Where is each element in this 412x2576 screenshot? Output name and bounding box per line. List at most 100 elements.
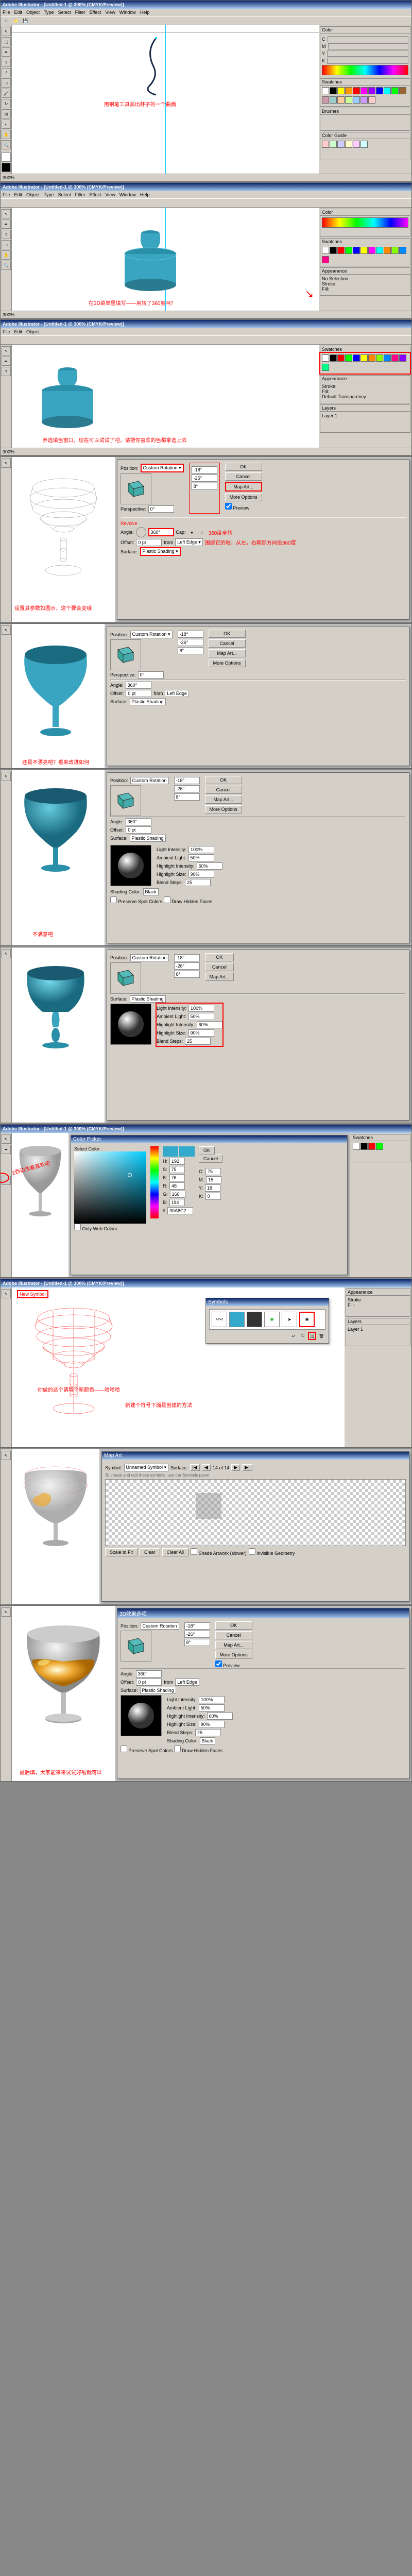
canvas[interactable]: 还是不漂亮吧？看来改进如何 (12, 624, 105, 768)
map-art-button[interactable]: Map Art... (225, 482, 262, 492)
scale-fit-button[interactable]: Scale to Fit (105, 1548, 138, 1556)
menu-file[interactable]: File (3, 329, 10, 334)
menu-type[interactable]: Type (44, 10, 54, 15)
swatch[interactable] (330, 141, 337, 148)
fill-row[interactable]: Fill: (348, 1302, 408, 1308)
fill-swatch[interactable] (2, 152, 11, 162)
tool-rect[interactable]: □ (2, 78, 11, 88)
map-art-button[interactable]: Map Art... (205, 973, 234, 981)
from-select[interactable]: Left Edge (165, 690, 189, 697)
preview-checkbox[interactable]: Preview (225, 503, 262, 511)
angle-input[interactable] (126, 818, 151, 825)
offset-input[interactable] (126, 690, 151, 697)
symbol-item[interactable]: 〰 (212, 1312, 227, 1327)
clear-all-button[interactable]: Clear All (162, 1548, 189, 1556)
pos-select[interactable]: Custom Rotation ▾ (130, 631, 173, 638)
x-rot[interactable] (174, 777, 200, 784)
tool-type[interactable]: T (2, 230, 11, 239)
tool-select[interactable]: ↖ (2, 625, 11, 635)
swatch[interactable] (337, 141, 345, 148)
swatch[interactable] (353, 1143, 360, 1150)
y-rot[interactable] (174, 962, 200, 970)
rotation-cube[interactable] (110, 962, 141, 993)
map-art-button[interactable]: Map Art... (205, 795, 242, 804)
menu-select[interactable]: Select (58, 192, 71, 197)
swatch[interactable] (399, 87, 406, 94)
preserve-check[interactable]: Preserve Spot Colors (121, 1748, 173, 1753)
map-art-button[interactable]: Map Art... (209, 649, 246, 657)
y-rot[interactable] (184, 1631, 210, 1638)
pos-select[interactable]: Custom Rotation (141, 1622, 179, 1630)
rotation-cube[interactable] (110, 639, 141, 670)
symbol-delete-btn[interactable]: 🗑 (317, 1332, 325, 1340)
offset-input[interactable] (136, 539, 162, 546)
swatch[interactable] (360, 96, 368, 104)
tool-rect[interactable]: □ (2, 240, 11, 249)
slider-m[interactable] (328, 43, 409, 49)
tool-gradient[interactable]: ◐ (2, 120, 11, 129)
swatch[interactable] (376, 1143, 383, 1150)
menu-filter[interactable]: Filter (75, 192, 85, 197)
z-rot[interactable] (174, 971, 200, 978)
menu-filter[interactable]: Filter (75, 10, 85, 15)
swatch[interactable] (368, 96, 375, 104)
cancel-button[interactable]: Cancel (205, 786, 242, 794)
map-surface-grid[interactable] (105, 1479, 406, 1546)
color-field[interactable] (74, 1151, 146, 1224)
rotation-cube[interactable] (121, 1631, 151, 1662)
surface-first[interactable]: |◀ (190, 1464, 200, 1471)
tool-rotate[interactable]: ↻ (2, 99, 11, 108)
swatch[interactable] (337, 247, 345, 254)
canvas[interactable]: 在西边放着喜欢吧 (12, 1133, 68, 1277)
angle-input[interactable] (148, 528, 174, 536)
symbol-item[interactable] (229, 1312, 245, 1327)
vase-3d[interactable] (119, 218, 181, 295)
blue-glass-shaded[interactable] (17, 775, 94, 878)
fewer-button[interactable]: More Options (205, 805, 242, 814)
angle-dial[interactable] (136, 527, 146, 537)
swatch[interactable] (353, 247, 360, 254)
preview-check[interactable]: Preview (215, 1660, 252, 1668)
invisible-check[interactable]: Invisible Geometry (249, 1548, 295, 1556)
symbol-item[interactable]: ➤ (282, 1312, 297, 1327)
menu-edit[interactable]: Edit (14, 192, 23, 197)
menu-file[interactable]: File (3, 192, 10, 197)
position-select[interactable]: Custom Rotation ▾ (141, 464, 184, 472)
menu-edit[interactable]: Edit (14, 329, 23, 334)
b-input[interactable] (169, 1174, 185, 1181)
swatch[interactable] (330, 87, 337, 94)
tool-pen[interactable]: ✒ (2, 219, 11, 229)
menu-effect[interactable]: Effect (90, 10, 101, 15)
symbol-item-selected[interactable]: ❀ (299, 1312, 315, 1327)
ok-button[interactable]: OK (225, 463, 262, 471)
swatch[interactable] (322, 247, 329, 254)
swatch[interactable] (322, 96, 329, 104)
amb-input[interactable] (199, 1704, 225, 1711)
symbol-place-btn[interactable]: ↵ (289, 1332, 298, 1340)
canvas[interactable]: 最后填，大家能来来试试好啦就可以 (12, 1606, 115, 1781)
tool-pen[interactable]: ✒ (2, 47, 11, 57)
zoom-level[interactable]: 300% (3, 175, 14, 180)
tool-zoom[interactable]: 🔍 (2, 261, 11, 270)
tool-select[interactable]: ↖ (2, 459, 11, 468)
webcolors-check[interactable]: Only Web Colors (74, 1226, 117, 1231)
appear-fill[interactable]: Fill: (322, 389, 408, 394)
s-input[interactable] (169, 1166, 185, 1173)
pos-select[interactable]: Custom Rotation (130, 954, 169, 961)
y-rot[interactable] (178, 639, 203, 646)
tool-select[interactable]: ↖ (2, 346, 11, 355)
swatch[interactable] (384, 87, 391, 94)
swatch[interactable] (345, 247, 352, 254)
menu-object[interactable]: Object (26, 329, 40, 334)
hex-input[interactable] (167, 1207, 193, 1214)
canvas[interactable]: 用钢笔工具画出杯子的一个曲面 (12, 25, 319, 174)
appear-stroke[interactable]: Stroke: (322, 384, 408, 389)
menu-object[interactable]: Object (26, 10, 40, 15)
symbol-select[interactable]: Unnamed Symbol ▾ (124, 1464, 169, 1471)
preserve-check[interactable]: Preserve Spot Colors (110, 899, 162, 904)
hi-input[interactable] (207, 1713, 233, 1720)
rotation-cube[interactable] (121, 473, 151, 504)
zoom[interactable]: 300% (3, 312, 14, 317)
canvas[interactable] (12, 947, 105, 1123)
appear-fill[interactable]: Fill: (322, 286, 408, 292)
